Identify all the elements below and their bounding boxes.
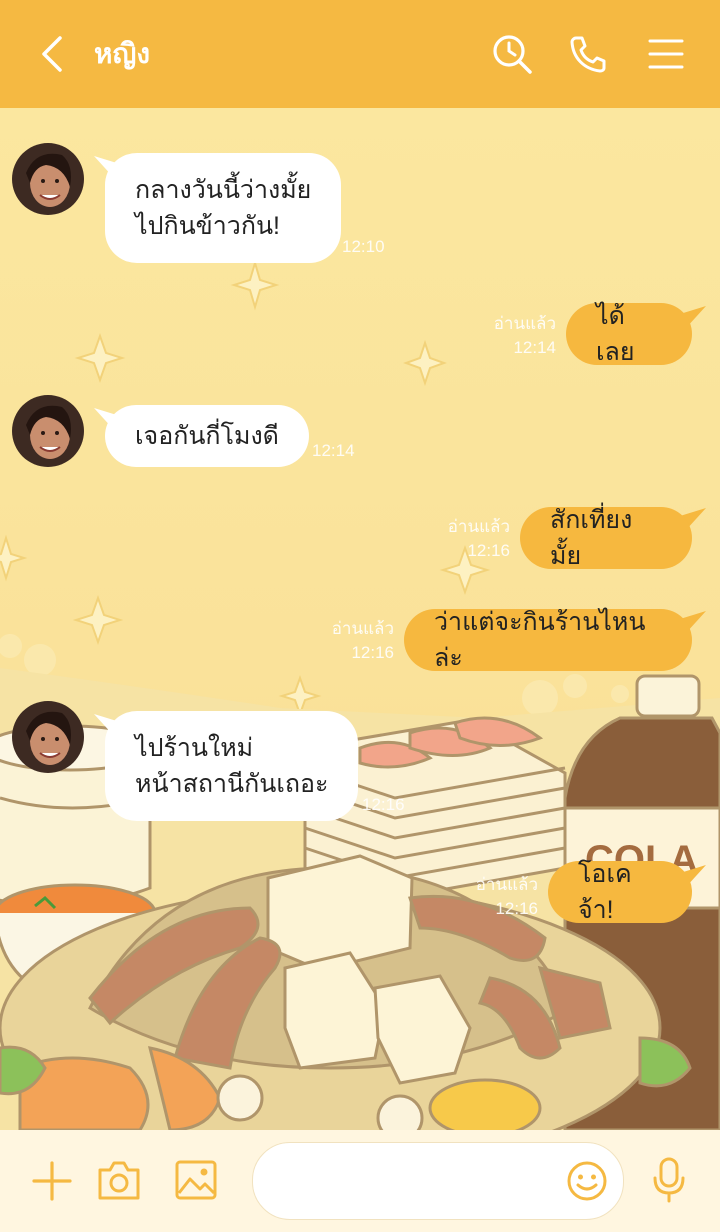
image-icon[interactable] <box>174 1159 218 1201</box>
message-line: โอเคจ้า! <box>578 860 632 924</box>
message-bubble-incoming[interactable]: เจอกันกี่โมงดี <box>105 405 309 467</box>
message-bubble-outgoing[interactable]: ว่าแต่จะกินร้านไหนล่ะ <box>404 608 692 672</box>
search-history-icon[interactable] <box>490 32 534 76</box>
read-receipt: อ่านแล้ว <box>475 875 538 894</box>
message-line: เจอกันกี่โมงดี <box>135 422 279 450</box>
message-time: 12:16 <box>495 899 538 918</box>
message-bubble-outgoing[interactable]: สักเที่ยงมั้ย <box>520 506 692 570</box>
message-bubble-outgoing[interactable]: โอเคจ้า! <box>548 860 692 924</box>
camera-icon[interactable] <box>96 1158 142 1202</box>
contact-avatar[interactable] <box>12 701 84 773</box>
message-line: ไปร้านใหม่ <box>135 734 254 762</box>
message-bubble-incoming[interactable]: กลางวันนี้ว่างมั้ย ไปกินข้าวกัน! <box>105 153 342 263</box>
message-line: กลางวันนี้ว่างมั้ย <box>135 176 312 204</box>
message-input-bar <box>0 1130 720 1232</box>
woman-portrait-icon <box>12 143 84 215</box>
contact-avatar[interactable] <box>12 143 84 215</box>
woman-portrait-icon <box>12 395 84 467</box>
read-receipt: อ่านแล้ว <box>493 314 556 333</box>
woman-portrait-icon <box>12 701 84 773</box>
chat-area[interactable]: COLA กลางวันนี้ว่างมั้ย ไปกินข้าวกัน! 12… <box>0 108 720 1130</box>
message-time: 12:16 <box>362 795 405 814</box>
emoji-icon[interactable] <box>565 1159 609 1203</box>
contact-avatar[interactable] <box>12 395 84 467</box>
menu-icon[interactable] <box>644 32 688 76</box>
message-bubble-outgoing[interactable]: ได้เลย <box>566 302 692 366</box>
message-time: 12:10 <box>342 237 385 256</box>
back-arrow-icon[interactable] <box>36 34 72 74</box>
plus-icon[interactable] <box>30 1159 74 1203</box>
microphone-icon[interactable] <box>650 1156 688 1204</box>
message-time: 12:14 <box>312 441 355 460</box>
chat-header: หญิง <box>0 0 720 108</box>
message-time: 12:14 <box>513 338 556 357</box>
chat-title: หญิง <box>94 38 150 69</box>
read-receipt: อ่านแล้ว <box>331 619 394 638</box>
message-time: 12:16 <box>467 541 510 560</box>
phone-icon[interactable] <box>566 32 610 76</box>
message-bubble-incoming[interactable]: ไปร้านใหม่ หน้าสถานีกันเถอะ <box>105 711 359 821</box>
message-line: ว่าแต่จะกินร้านไหนล่ะ <box>434 608 646 672</box>
message-time: 12:16 <box>351 643 394 662</box>
message-line: สักเที่ยงมั้ย <box>550 506 633 570</box>
message-line: ไปกินข้าวกัน! <box>135 212 281 240</box>
message-line: ได้เลย <box>596 302 635 366</box>
message-line: หน้าสถานีกันเถอะ <box>135 770 329 798</box>
read-receipt: อ่านแล้ว <box>447 517 510 536</box>
